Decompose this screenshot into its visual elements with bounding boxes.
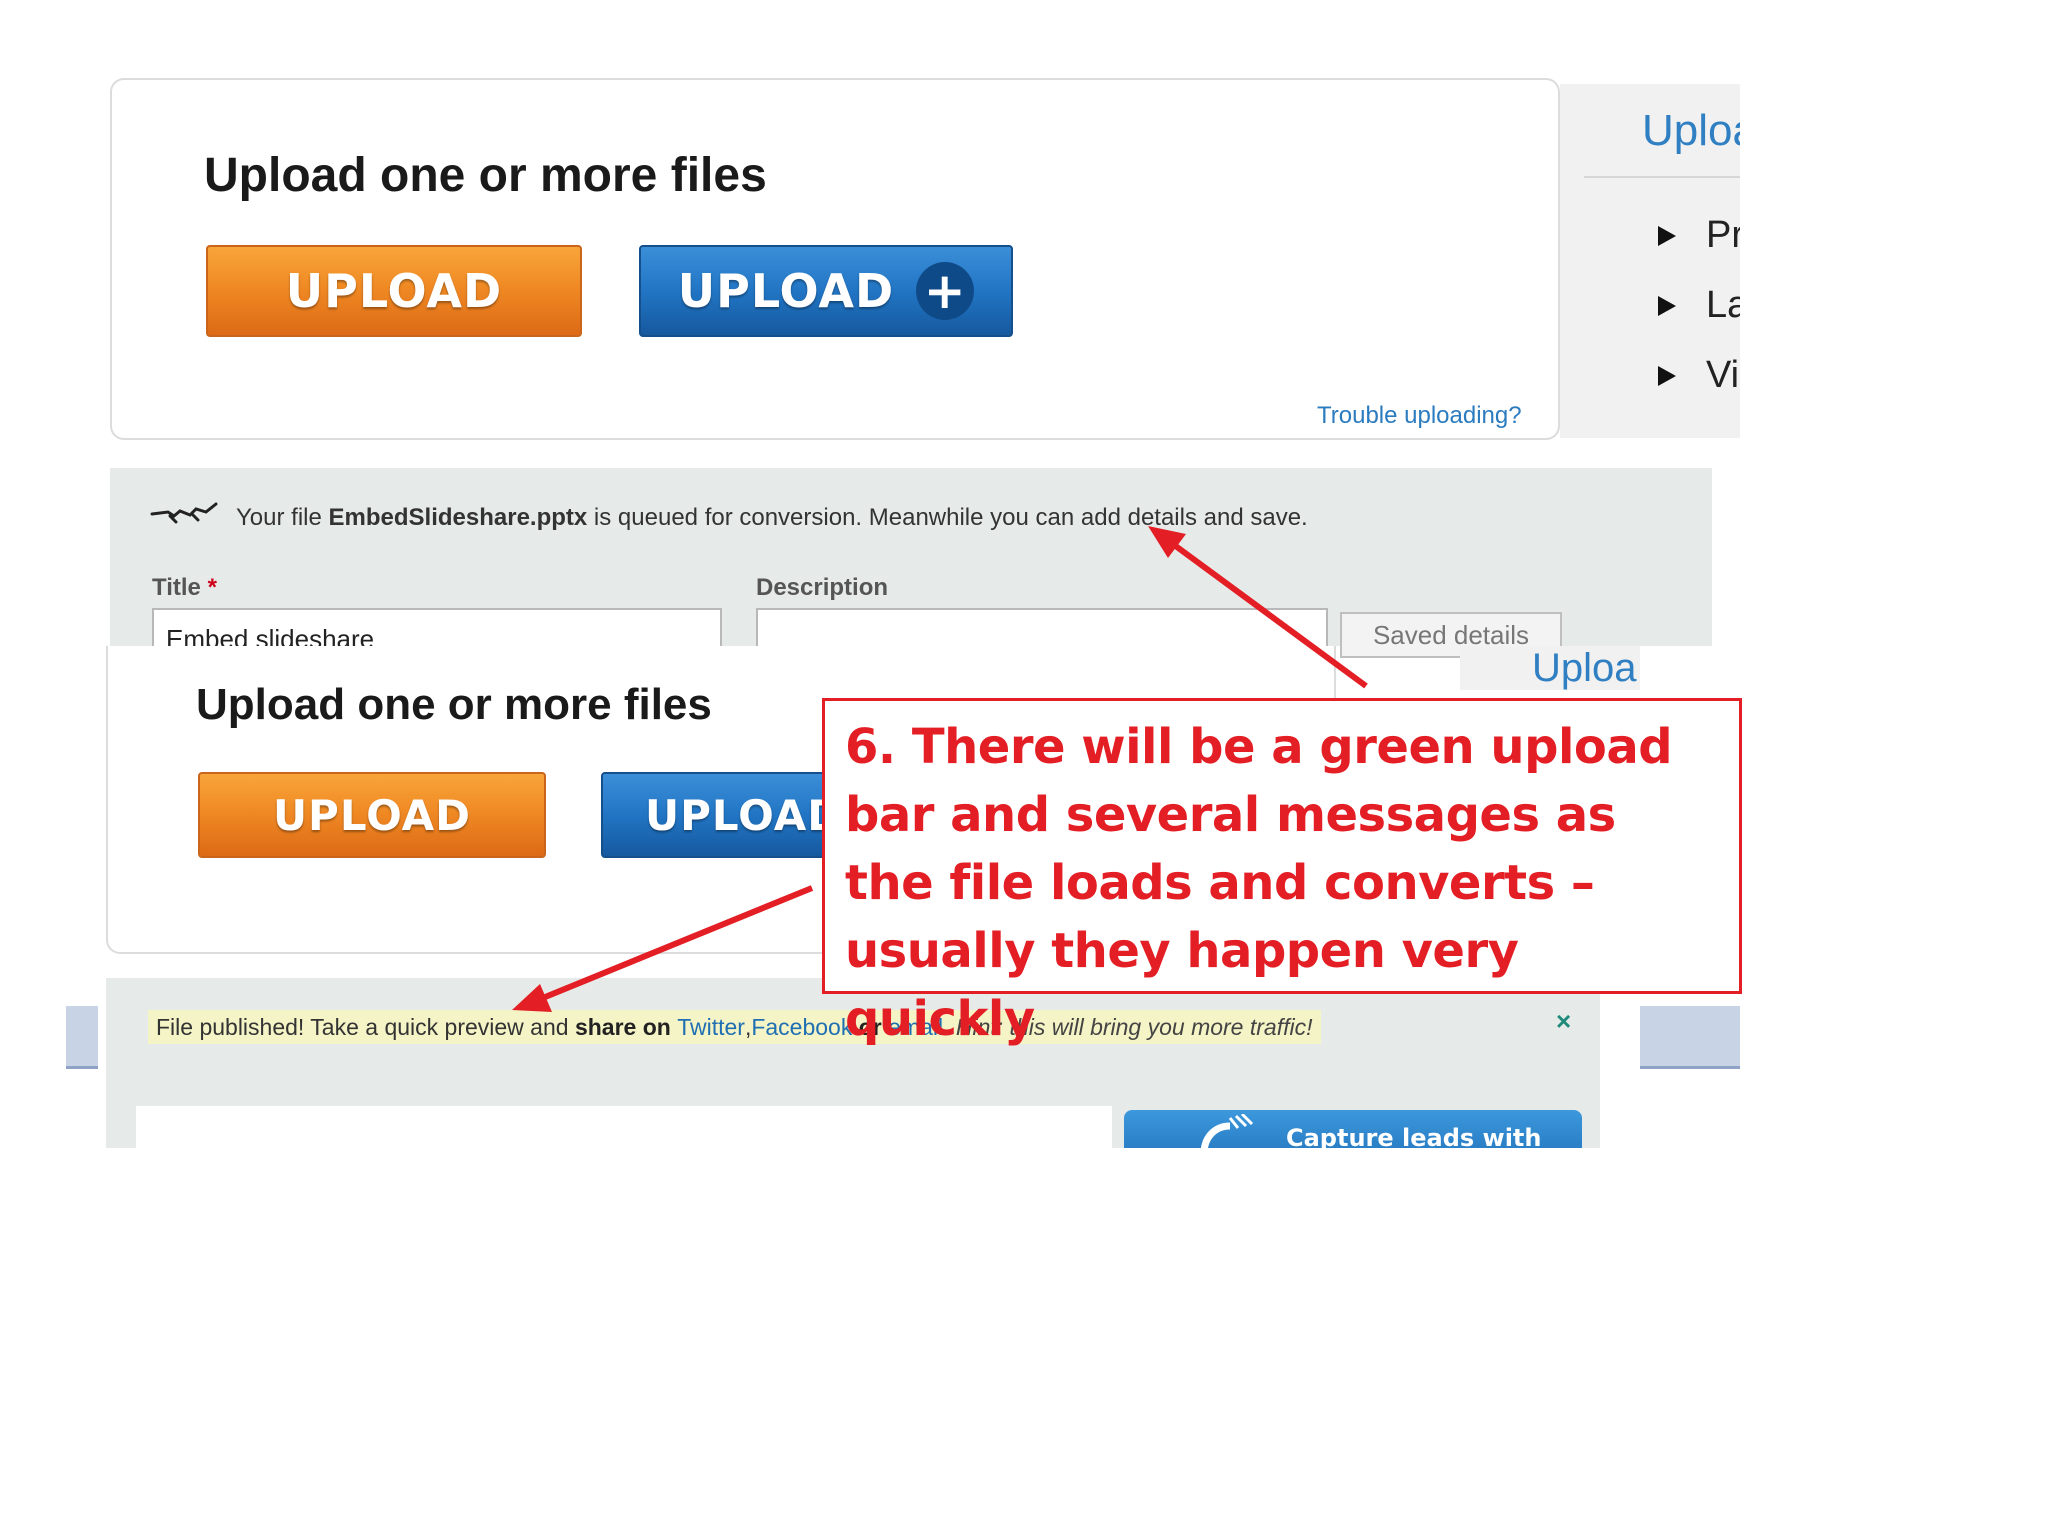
description-label: Description	[756, 574, 889, 601]
leads-magnet-icon	[1200, 1114, 1254, 1148]
side-menu-item-label: La	[1706, 284, 1740, 326]
upload-button[interactable]: UPLOAD	[206, 245, 582, 337]
side-menu-item[interactable]: Pr	[1658, 214, 1740, 257]
upload-plus-button[interactable]: UPLOAD +	[639, 245, 1013, 337]
queued-message: Your file EmbedSlideshare.pptx is queued…	[236, 504, 1308, 532]
plus-icon: +	[916, 262, 975, 320]
upload-heading: Upload one or more files	[204, 149, 767, 202]
side-menu-item-label: Vi	[1706, 354, 1740, 396]
trouble-uploading-link[interactable]: Trouble uploading?	[1317, 402, 1522, 430]
queued-prefix: Your file	[236, 504, 329, 531]
side-menu-divider	[1584, 176, 1740, 178]
side-menu-title: Uploa	[1532, 646, 1637, 690]
triangle-right-icon	[1658, 225, 1676, 246]
side-menu-title: Uploa	[1642, 106, 1740, 155]
preview-area	[136, 1106, 1112, 1148]
instruction-callout: 6. There will be a green upload bar and …	[822, 698, 1742, 1047]
file-name: EmbedSlideshare.pptx	[328, 504, 588, 531]
twitter-link[interactable]: Twitter	[677, 1014, 745, 1041]
converting-birds-icon	[150, 502, 218, 524]
side-menu-item[interactable]: Vi	[1658, 354, 1739, 397]
upload-plus-button-label: UPLOAD	[677, 264, 895, 318]
facebook-link[interactable]: Facebook	[751, 1014, 852, 1041]
title-label-text: Title	[152, 574, 201, 601]
title-label: Title *	[152, 574, 217, 602]
upload-button-label: UPLOAD	[285, 264, 503, 318]
side-menu-fragment: Uploa	[1460, 646, 1640, 690]
side-menu: Uploa Pr La Vi	[1560, 84, 1740, 438]
upload-button-label: UPLOAD	[272, 790, 472, 840]
side-menu-item[interactable]: La	[1658, 284, 1740, 327]
upload-plus-button-secondary[interactable]: UPLOAD	[601, 772, 841, 858]
upload-plus-button-label: UPLOAD	[645, 790, 841, 840]
side-menu-item-label: Pr	[1706, 214, 1740, 256]
share-on-label: share on	[574, 1013, 671, 1040]
queued-suffix: is queued for conversion. Meanwhile you …	[587, 504, 1308, 531]
published-text: File published! Take a quick preview and	[156, 1013, 569, 1040]
capture-leads-button[interactable]: Capture leads with	[1124, 1110, 1582, 1148]
capture-leads-label: Capture leads with	[1286, 1124, 1542, 1148]
upload-heading-secondary: Upload one or more files	[196, 680, 712, 729]
upload-button-secondary[interactable]: UPLOAD	[198, 772, 546, 858]
page-strip	[66, 1006, 98, 1069]
triangle-right-icon	[1658, 365, 1676, 386]
callout-text: 6. There will be a green upload bar and …	[845, 719, 1673, 1047]
required-mark: *	[207, 574, 217, 601]
triangle-right-icon	[1658, 295, 1676, 316]
